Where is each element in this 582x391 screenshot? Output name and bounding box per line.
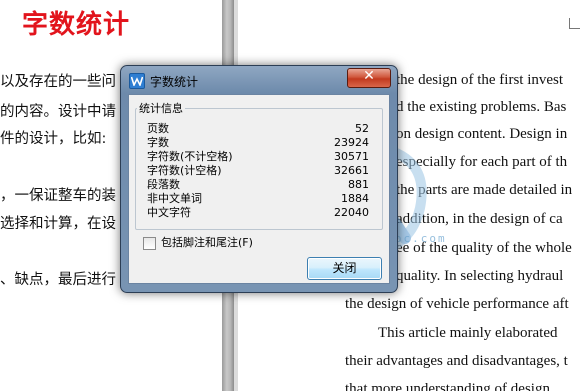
stat-row-pages: 页数 52 <box>147 122 369 135</box>
body-text-line: ，一保证整车的装 <box>0 188 116 204</box>
include-notes-option[interactable]: 包括脚注和尾注(F) <box>143 236 253 250</box>
document-heading: 字数统计 <box>22 10 131 40</box>
stat-value: 881 <box>348 178 369 191</box>
close-dialog-button[interactable]: 关闭 <box>307 257 382 280</box>
body-text-line: This article mainly elaborated <box>378 325 558 341</box>
body-text-line: that more understanding of design <box>345 381 550 391</box>
body-text-line: the parts are made detailed in <box>396 182 573 198</box>
body-text-line: d the existing problems. Bas <box>396 99 567 115</box>
stat-value: 32661 <box>334 164 369 177</box>
stat-row-chars-with-spaces: 字符数(计空格) 32661 <box>147 164 369 177</box>
stat-value: 1884 <box>341 192 369 205</box>
stat-label: 中文字符 <box>147 206 191 219</box>
stat-label: 段落数 <box>147 178 180 191</box>
stat-row-non-chinese-words: 非中文单词 1884 <box>147 192 369 205</box>
stat-label: 非中文单词 <box>147 192 202 205</box>
close-button[interactable]: ✕ <box>347 68 391 88</box>
stat-value: 22040 <box>334 206 369 219</box>
body-text-line: quality. In selecting hydraul <box>396 268 564 284</box>
body-text-line: the design of the first invest <box>396 72 564 88</box>
body-text-line: 的内容。设计中请 <box>0 104 116 120</box>
include-notes-checkbox[interactable] <box>143 236 156 250</box>
stat-row-chars-no-spaces: 字符数(不计空格) 30571 <box>147 150 369 163</box>
body-text-line: especially for each part of th <box>396 154 568 170</box>
body-text-line: 件的设计，比如: <box>0 131 107 147</box>
stat-row-words: 字数 23924 <box>147 136 369 149</box>
body-text-line: addition, in the design of ca <box>396 211 563 227</box>
close-icon: ✕ <box>363 68 375 84</box>
app-icon <box>129 73 145 89</box>
word-count-dialog: 字数统计 ✕ 统计信息 页数 52 字数 23924 字符数(不计空格) 305… <box>120 65 398 293</box>
page-corner-mark <box>569 18 580 29</box>
stat-row-paragraphs: 段落数 881 <box>147 178 369 191</box>
stat-value: 23924 <box>334 136 369 149</box>
statistics-group-label: 统计信息 <box>137 100 185 116</box>
stat-label: 字符数(计空格) <box>147 164 222 177</box>
body-text-line: their advantages and disadvantages, t <box>345 353 568 369</box>
dialog-client-area: 统计信息 页数 52 字数 23924 字符数(不计空格) 30571 字符数(… <box>128 94 390 284</box>
stat-label: 字数 <box>147 136 169 149</box>
body-text-line: 、缺点，最后进行 <box>0 272 116 288</box>
dialog-title: 字数统计 <box>150 75 199 89</box>
body-text-line: on design content. Design in <box>396 126 568 142</box>
body-text-line: the design of vehicle performance aft <box>345 296 569 312</box>
include-notes-label: 包括脚注和尾注(F) <box>161 236 253 249</box>
stat-value: 52 <box>355 122 369 135</box>
stat-label: 页数 <box>147 122 169 135</box>
body-text-line: 以及存在的一些问 <box>0 74 116 90</box>
stat-row-chinese-chars: 中文字符 22040 <box>147 206 369 219</box>
body-text-line: 选择和计算，在设 <box>0 216 116 232</box>
stat-label: 字符数(不计空格) <box>147 150 233 163</box>
dialog-titlebar[interactable]: 字数统计 ✕ <box>121 66 397 94</box>
stat-value: 30571 <box>334 150 369 163</box>
